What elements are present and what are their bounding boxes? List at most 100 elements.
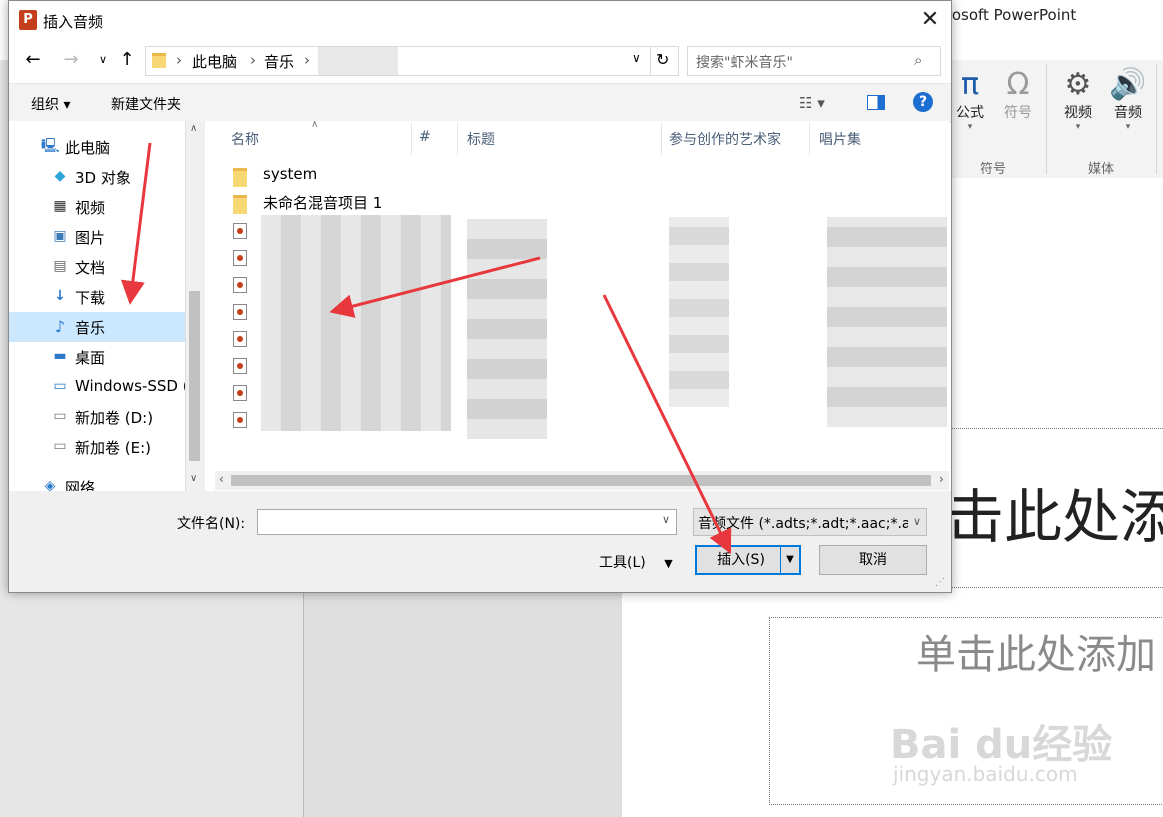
back-button[interactable]: ← (21, 48, 45, 72)
audio-file-icon (233, 250, 247, 266)
recent-locations-button[interactable]: ∨ (91, 48, 115, 72)
nav-label: 网络 (65, 479, 96, 491)
address-bar[interactable]: › 此电脑 › 音乐 › ∨ ↻ (145, 46, 679, 76)
view-options-icon[interactable]: ☷ ▾ (799, 94, 825, 112)
redacted-artists (669, 217, 729, 407)
powerpoint-app-icon: P (19, 10, 37, 30)
nav-volume-e[interactable]: ▭ 新加卷 (E:) (9, 432, 185, 462)
search-icon[interactable]: ⌕ (914, 51, 922, 69)
equation-button[interactable]: π 公式 ▾ (954, 67, 986, 133)
new-folder-button[interactable]: 新建文件夹 (111, 94, 181, 114)
up-button[interactable]: ↑ (115, 48, 139, 72)
film-icon: ▦ (53, 198, 67, 214)
powerpoint-window-title: rosoft PowerPoint (946, 6, 1077, 24)
address-dropdown-icon[interactable]: ∨ (632, 51, 641, 65)
nav-label: 视频 (75, 199, 106, 217)
search-box[interactable]: 搜索"虾米音乐" ⌕ (687, 46, 941, 76)
column-header-number[interactable]: # (419, 129, 431, 145)
forward-button[interactable]: → (59, 48, 83, 72)
nav-label: Windows-SSD ( (75, 377, 189, 395)
insert-button[interactable]: 插入(S) ▼ (695, 545, 801, 575)
close-button[interactable]: ✕ (913, 6, 947, 34)
folder-icon (152, 53, 166, 68)
nav-network[interactable]: ◈ 网络 (9, 472, 185, 491)
audio-button[interactable]: 🔊 音频 ▾ (1108, 67, 1148, 133)
nav-label: 此电脑 (65, 139, 111, 157)
sort-ascending-icon: ∧ (311, 121, 319, 130)
organize-menu[interactable]: 组织 ▾ (31, 94, 70, 114)
breadcrumb-this-pc[interactable]: 此电脑 (192, 51, 237, 72)
help-icon[interactable]: ? (913, 92, 933, 112)
nav-music[interactable]: ♪ 音乐 (9, 312, 185, 342)
tools-menu[interactable]: 工具(L) ▼ (599, 552, 673, 572)
media-group-label: 媒体 (1088, 162, 1115, 177)
watermark-url: jingyan.baidu.com (893, 762, 1078, 786)
nav-volume-d[interactable]: ▭ 新加卷 (D:) (9, 402, 185, 432)
column-header-artists[interactable]: 参与创作的艺术家 (669, 129, 781, 149)
nav-label: 3D 对象 (75, 169, 131, 187)
equation-label: 公式 (956, 105, 984, 121)
nav-pictures[interactable]: ▣ 图片 (9, 222, 185, 252)
redacted-titles (467, 219, 547, 439)
breadcrumb-music[interactable]: 音乐 (264, 51, 294, 72)
blurred-breadcrumb (318, 47, 398, 75)
nav-desktop[interactable]: ▬ 桌面 (9, 342, 185, 372)
insert-split-dropdown-icon[interactable]: ▼ (780, 547, 799, 573)
filename-input[interactable]: ∨ (257, 509, 677, 535)
dialog-titlebar: P 插入音频 ✕ (9, 1, 951, 39)
powerpoint-ribbon: π 公式 ▾ Ω 符号 符号 ⚙ 视频 ▾ 🔊 音频 ▾ 媒体 (950, 60, 1163, 179)
column-header-name[interactable]: 名称 (231, 129, 259, 149)
column-divider (809, 123, 810, 155)
redacted-file-names (261, 215, 451, 431)
file-list-scroll-thumb[interactable] (231, 475, 931, 486)
title-placeholder-text: 击此处添 (946, 483, 1163, 551)
file-name: system (263, 165, 318, 183)
omega-icon: Ω (1006, 67, 1030, 102)
column-header-title[interactable]: 标题 (467, 129, 495, 149)
ribbon-separator (1156, 64, 1157, 174)
symbol-button[interactable]: Ω 符号 (1002, 68, 1034, 122)
audio-file-icon (233, 412, 247, 428)
scroll-right-icon[interactable]: › (939, 472, 944, 486)
scroll-left-icon[interactable]: ‹ (219, 472, 224, 486)
audio-file-icon (233, 331, 247, 347)
nav-videos[interactable]: ▦ 视频 (9, 192, 185, 222)
slide-thumbnail-pane (304, 592, 623, 817)
nav-windows-ssd[interactable]: ▭ Windows-SSD ( (9, 372, 188, 402)
chevron-down-icon[interactable]: ∨ (908, 509, 926, 535)
tools-dropdown-icon: ▼ (664, 557, 673, 570)
scroll-down-icon[interactable]: ∨ (190, 473, 197, 484)
video-button[interactable]: ⚙ 视频 ▾ (1058, 68, 1098, 133)
chevron-down-icon[interactable]: ∨ (662, 513, 670, 526)
computer-icon: 🖳 (41, 138, 60, 154)
nav-this-pc[interactable]: 🖳 此电脑 (9, 132, 185, 162)
file-name: 未命名混音项目 1 (263, 194, 383, 212)
music-note-icon: ♪ (54, 317, 66, 336)
cancel-button[interactable]: 取消 (819, 545, 927, 575)
nav-downloads[interactable]: ↓ 下载 (9, 282, 185, 312)
nav-3d-objects[interactable]: ◆ 3D 对象 (9, 162, 185, 192)
search-input[interactable]: 搜索"虾米音乐" (696, 52, 793, 72)
resize-grip-icon[interactable]: ⋰ (935, 577, 945, 588)
symbol-label: 符号 (1004, 105, 1032, 121)
ribbon-separator (1046, 64, 1047, 174)
preview-pane-icon[interactable] (867, 95, 885, 110)
nav-documents[interactable]: ▤ 文档 (9, 252, 185, 282)
command-toolbar: 组织 ▾ 新建文件夹 ☷ ▾ ? (9, 83, 951, 123)
column-header-album[interactable]: 唱片集 (819, 129, 861, 149)
speaker-icon: 🔊 (1109, 67, 1147, 102)
desktop-icon: ▬ (53, 348, 67, 364)
file-type-filter-value: 音频文件 (*.adts;*.adt;*.aac;*.a (698, 516, 911, 532)
redacted-albums (827, 217, 947, 427)
drive-icon: ▭ (53, 438, 67, 454)
filename-label: 文件名(N): (177, 516, 246, 532)
file-type-filter[interactable]: 音频文件 (*.adts;*.adt;*.aac;*.a ∨ (693, 508, 927, 536)
scroll-up-icon[interactable]: ∧ (190, 123, 197, 134)
refresh-icon[interactable]: ↻ (656, 50, 669, 69)
file-list: 名称 ∧ # 标题 参与创作的艺术家 唱片集 system 未命名混音项目 1 (205, 121, 949, 491)
navigation-scroll-thumb[interactable] (189, 291, 200, 461)
column-divider (457, 123, 458, 155)
pi-icon: π (960, 67, 980, 102)
nav-label: 新加卷 (E:) (75, 439, 152, 457)
video-label: 视频 (1064, 105, 1092, 121)
